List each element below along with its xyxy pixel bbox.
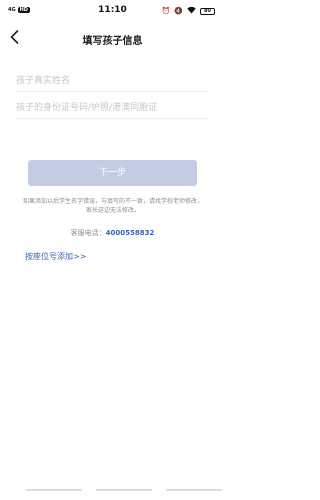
bottom-nav-indicator — [96, 489, 152, 491]
nav-bar: 填写孩子信息 — [0, 24, 225, 52]
child-name-field — [16, 68, 208, 93]
next-button[interactable]: 下一步 — [28, 160, 197, 186]
wifi-icon — [187, 6, 196, 17]
mute-icon: 🔇 — [174, 7, 183, 15]
add-by-seat-link[interactable]: 按座位号添加>> — [25, 251, 86, 262]
child-id-input[interactable] — [16, 96, 208, 120]
page-title: 填写孩子信息 — [82, 36, 143, 47]
alarm-icon: ⏰ — [161, 7, 171, 15]
child-id-field — [16, 95, 208, 120]
status-bar: 4G HD 11:10 ⏰ 🔇 80 — [0, 0, 225, 22]
notice-text: 如果添加以后学生名字错误，与填写的不一致，请找学校老师修改，家长这边无法修改。 — [22, 198, 203, 214]
battery-icon: 80 — [200, 8, 215, 15]
status-bar-right: ⏰ 🔇 80 — [162, 6, 215, 17]
bottom-nav-indicator — [26, 489, 82, 491]
hotline-label: 客服电话： — [70, 229, 106, 237]
hotline: 客服电话：4000558832 — [0, 229, 225, 238]
bottom-nav-indicator — [166, 489, 222, 491]
hotline-number-link[interactable]: 4000558832 — [106, 229, 155, 237]
child-name-input[interactable] — [16, 69, 208, 93]
